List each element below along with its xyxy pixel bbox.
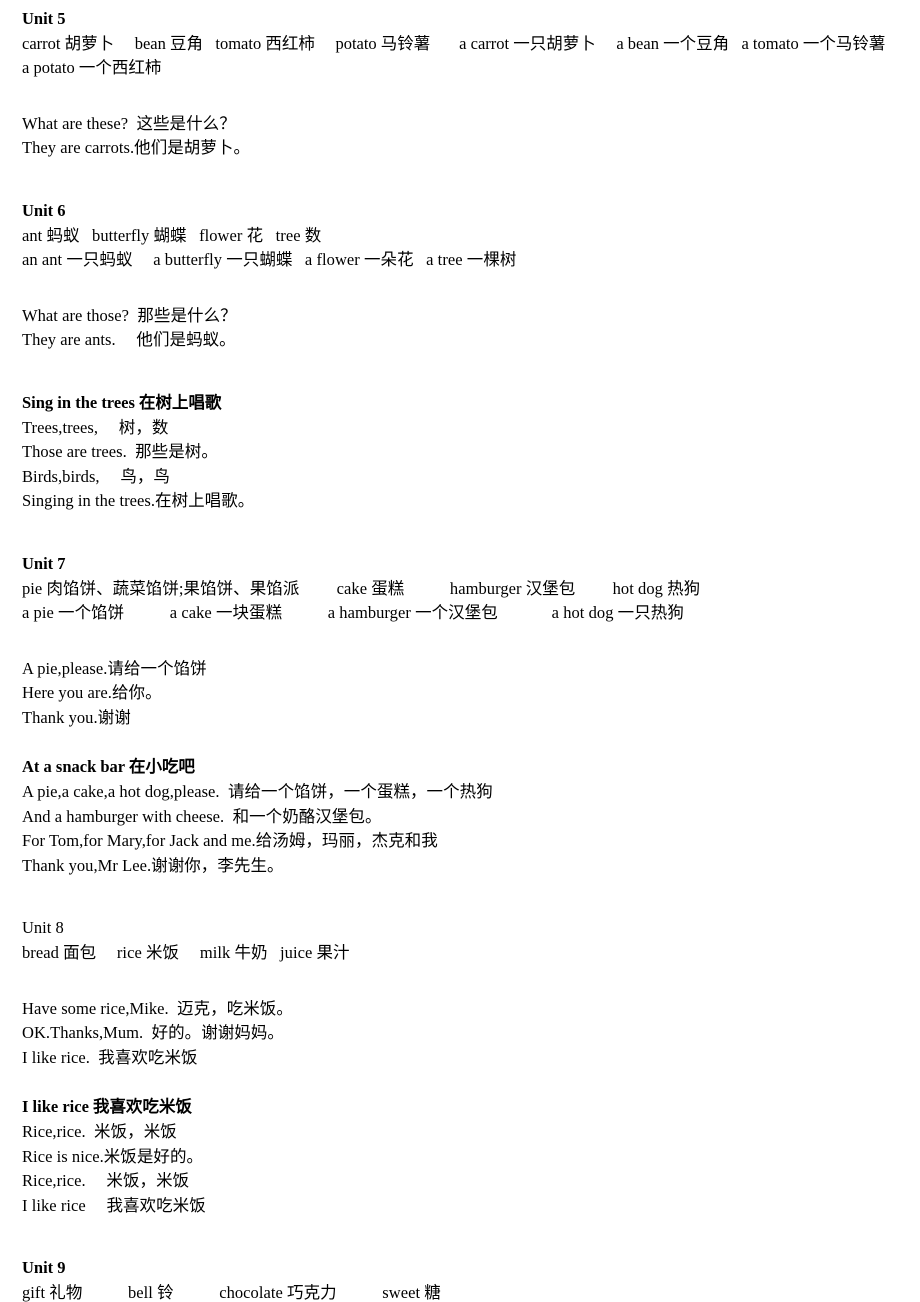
snack-bar-line-4: Thank you,Mr Lee.谢谢你，李先生。: [22, 855, 284, 875]
unit-7-dialogue-line-2: Here you are.给你。: [22, 683, 162, 703]
song-rice-line-4: I like rice 我喜欢吃米饭: [22, 1195, 206, 1215]
song-trees-line-4: Singing in the trees.在树上唱歌。: [22, 491, 255, 511]
unit-9-vocabulary-line-1: gift 礼物 bell 铃 chocolate 巧克力 sweet 糖: [22, 1282, 441, 1302]
unit-8-vocabulary: bread 面包 rice 米饭 milk 牛奶 juice 果汁: [22, 943, 350, 963]
unit-7-vocabulary-line-1: pie 肉馅饼、蔬菜馅饼;果馅饼、果馅派 cake 蛋糕 hamburger 汉…: [22, 578, 701, 598]
unit-7-dialogue-line-3: Thank you.谢谢: [22, 707, 131, 727]
unit-5-vocabulary: carrot 胡萝卜 bean 豆角 tomato 西红柿 potato 马铃薯…: [22, 33, 898, 78]
song-rice-line-1: Rice,rice. 米饭，米饭: [22, 1122, 177, 1141]
unit-8-heading: Unit 8: [22, 918, 64, 938]
song-trees-line-3: Birds,birds, 鸟，鸟: [22, 466, 170, 486]
song-rice-line-2: Rice is nice.米饭是好的。: [22, 1146, 204, 1166]
song-trees-line-2: Those are trees. 那些是树。: [22, 442, 218, 462]
unit-8-dialogue-line-1: Have some rice,Mike. 迈克，吃米饭。: [22, 998, 293, 1018]
document-content: Unit 5 carrot 胡萝卜 bean 豆角 tomato 西红柿 pot…: [22, 7, 902, 1302]
unit-6-dialogue-line-2: They are ants. 他们是蚂蚁。: [22, 330, 236, 350]
snack-bar-line-1: A pie,a cake,a hot dog,please. 请给一个馅饼，一个…: [22, 782, 493, 802]
unit-6-heading: Unit 6: [22, 200, 66, 220]
unit-9-heading: Unit 9: [22, 1258, 66, 1278]
unit-6-vocabulary-line-1: ant 蚂蚁 butterfly 蝴蝶 flower 花 tree 数: [22, 225, 322, 245]
song-rice-line-3: Rice,rice. 米饭，米饭: [22, 1171, 190, 1191]
song-rice-heading: I like rice 我喜欢吃米饭: [22, 1097, 193, 1117]
section-song-i-like-rice: I like rice 我喜欢吃米饭 Rice,rice. 米饭，米饭 Rice…: [22, 1095, 902, 1218]
section-unit-7: Unit 7 pie 肉馅饼、蔬菜馅饼;果馅饼、果馅派 cake 蛋糕 hamb…: [22, 552, 902, 731]
unit-5-dialogue-line-1: What are these? 这些是什么？: [22, 113, 236, 133]
snack-bar-line-3: For Tom,for Mary,for Jack and me.给汤姆，玛丽，…: [22, 831, 438, 851]
unit-5-heading: Unit 5: [22, 9, 66, 28]
section-song-sing-in-the-trees: Sing in the trees 在树上唱歌 Trees,trees, 树，数…: [22, 391, 902, 514]
section-unit-8: Unit 8 bread 面包 rice 米饭 milk 牛奶 juice 果汁…: [22, 916, 902, 1070]
document-page: Unit 5 carrot 胡萝卜 bean 豆角 tomato 西红柿 pot…: [0, 0, 920, 1302]
song-trees-line-1: Trees,trees, 树，数: [22, 417, 169, 437]
unit-6-vocabulary-line-2: an ant 一只蚂蚁 a butterfly 一只蝴蝶 a flower 一朵…: [22, 250, 517, 270]
unit-8-dialogue-line-3: I like rice. 我喜欢吃米饭: [22, 1047, 198, 1067]
section-unit-9: Unit 9 gift 礼物 bell 铃 chocolate 巧克力 swee…: [22, 1256, 902, 1302]
section-unit-5: Unit 5 carrot 胡萝卜 bean 豆角 tomato 西红柿 pot…: [22, 7, 902, 161]
song-trees-heading: Sing in the trees 在树上唱歌: [22, 392, 222, 412]
unit-6-dialogue-line-1: What are those? 那些是什么？: [22, 305, 237, 325]
unit-7-vocabulary-line-2: a pie 一个馅饼 a cake 一块蛋糕 a hamburger 一个汉堡包…: [22, 603, 684, 623]
unit-7-dialogue-line-1: A pie,please.请给一个馅饼: [22, 658, 207, 678]
unit-5-dialogue-line-2: They are carrots.他们是胡萝卜。: [22, 138, 251, 158]
snack-bar-heading: At a snack bar 在小吃吧: [22, 757, 195, 777]
section-at-a-snack-bar: At a snack bar 在小吃吧 A pie,a cake,a hot d…: [22, 755, 902, 878]
unit-7-heading: Unit 7: [22, 553, 66, 573]
snack-bar-line-2: And a hamburger with cheese. 和一个奶酪汉堡包。: [22, 806, 382, 826]
unit-8-dialogue-line-2: OK.Thanks,Mum. 好的。谢谢妈妈。: [22, 1023, 284, 1043]
section-unit-6: Unit 6 ant 蚂蚁 butterfly 蝴蝶 flower 花 tree…: [22, 199, 902, 353]
